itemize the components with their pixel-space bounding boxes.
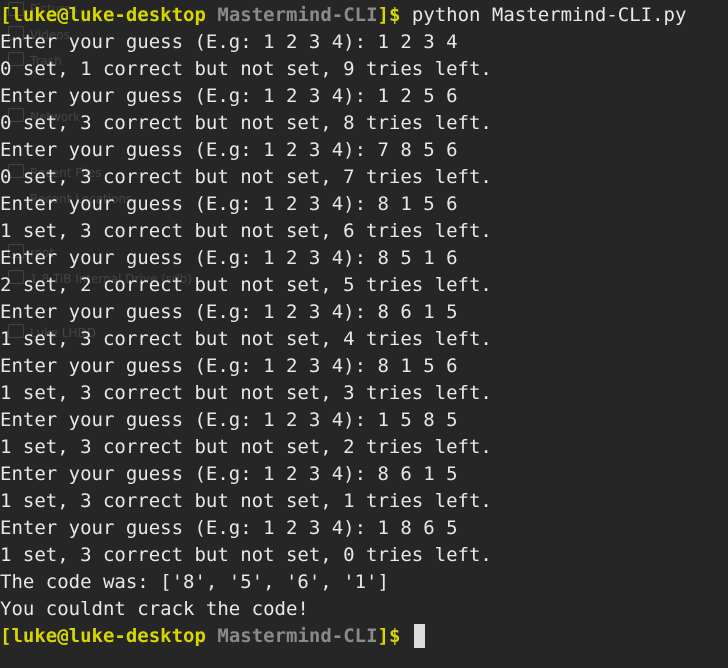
output-line: 1 set, 3 correct but not set, 3 tries le… [0, 382, 492, 404]
prompt-bracket-open: [ [0, 4, 12, 26]
prompt-line-current[interactable]: [luke@luke-desktop Mastermind-CLI]$ [0, 623, 728, 650]
prompt-line-command: [luke@luke-desktop Mastermind-CLI]$ pyth… [0, 2, 728, 29]
text-cursor[interactable] [413, 624, 425, 648]
command-text: python Mastermind-CLI.py [400, 4, 687, 26]
terminal-content: [luke@luke-desktop Mastermind-CLI]$ pyth… [0, 0, 728, 650]
terminal-window[interactable]: Pictures Videos Trash Network Recent Fil… [0, 0, 728, 668]
prompt-cwd: Mastermind-CLI [217, 625, 378, 647]
output-line: Enter your guess (E.g: 1 2 3 4): 1 2 5 6 [0, 85, 458, 107]
prompt-user-host: luke@luke-desktop [11, 625, 206, 647]
output-line: Enter your guess (E.g: 1 2 3 4): 1 8 6 5 [0, 517, 458, 539]
terminal-output: Enter your guess (E.g: 1 2 3 4): 1 2 3 4… [0, 29, 728, 623]
output-line: Enter your guess (E.g: 1 2 3 4): 8 1 5 6 [0, 355, 458, 377]
output-line: Enter your guess (E.g: 1 2 3 4): 8 6 1 5 [0, 301, 458, 323]
output-line: 1 set, 3 correct but not set, 2 tries le… [0, 436, 492, 458]
output-line: 0 set, 1 correct but not set, 9 tries le… [0, 58, 492, 80]
output-line: Enter your guess (E.g: 1 2 3 4): 1 5 8 5 [0, 409, 458, 431]
output-line: Enter your guess (E.g: 1 2 3 4): 1 2 3 4 [0, 31, 458, 53]
output-line: 1 set, 3 correct but not set, 0 tries le… [0, 544, 492, 566]
prompt-bracket-close: ]$ [377, 625, 401, 647]
output-line: Enter your guess (E.g: 1 2 3 4): 8 6 1 5 [0, 463, 458, 485]
prompt-cwd: Mastermind-CLI [217, 4, 378, 26]
output-line: 1 set, 3 correct but not set, 1 tries le… [0, 490, 492, 512]
output-line: 1 set, 3 correct but not set, 6 tries le… [0, 220, 492, 242]
output-line: The code was: ['8', '5', '6', '1'] [0, 571, 389, 593]
prompt-user-host: luke@luke-desktop [11, 4, 206, 26]
output-line: 0 set, 3 correct but not set, 7 tries le… [0, 166, 492, 188]
prompt-bracket-close: ]$ [377, 4, 401, 26]
output-line: 2 set, 2 correct but not set, 5 tries le… [0, 274, 492, 296]
output-line: 1 set, 3 correct but not set, 4 tries le… [0, 328, 492, 350]
prompt-bracket-open: [ [0, 625, 12, 647]
output-line: Enter your guess (E.g: 1 2 3 4): 8 1 5 6 [0, 193, 458, 215]
output-line: Enter your guess (E.g: 1 2 3 4): 7 8 5 6 [0, 139, 458, 161]
output-line: You couldnt crack the code! [0, 598, 309, 620]
output-line: Enter your guess (E.g: 1 2 3 4): 8 5 1 6 [0, 247, 458, 269]
output-line: 0 set, 3 correct but not set, 8 tries le… [0, 112, 492, 134]
